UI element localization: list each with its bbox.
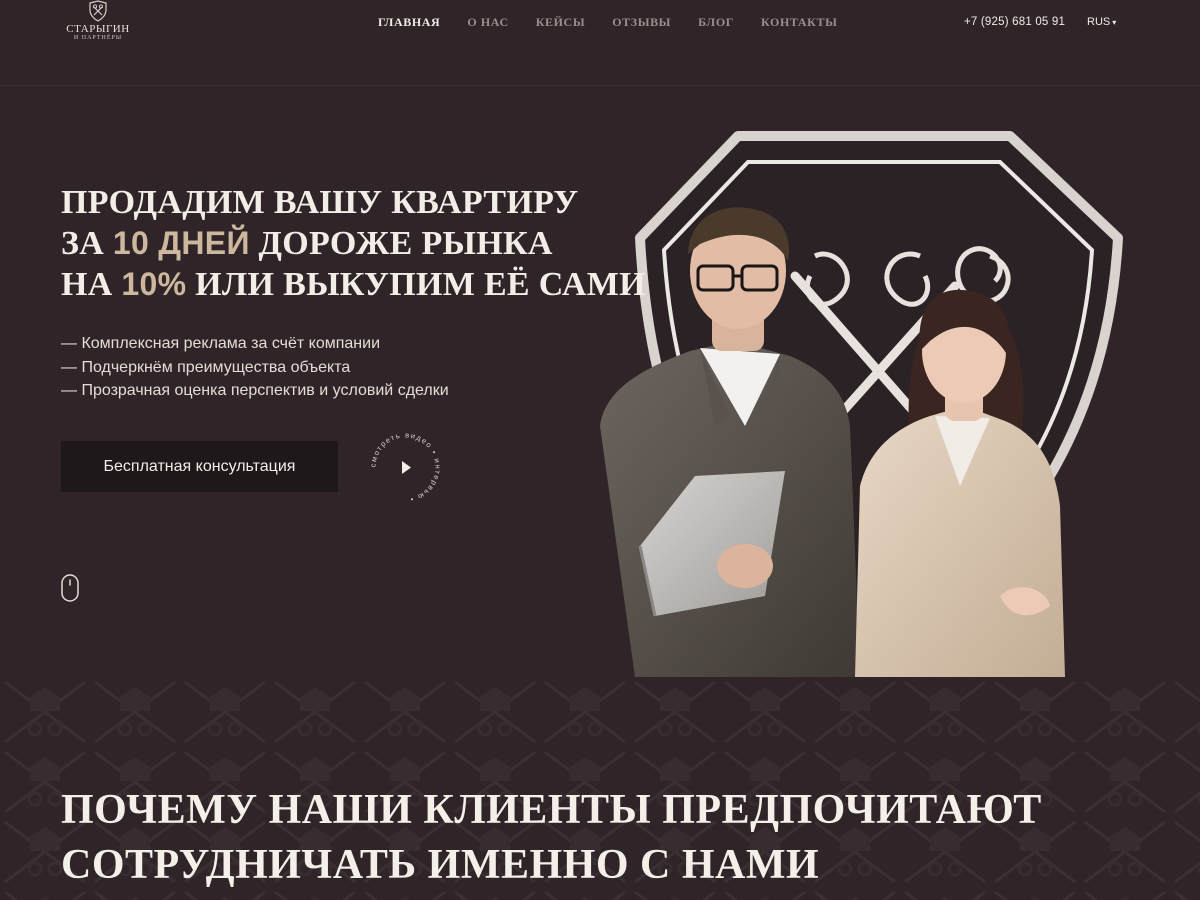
main-nav: ГЛАВНАЯ О НАС КЕЙСЫ ОТЗЫВЫ БЛОГ КОНТАКТЫ [378, 15, 864, 30]
language-label: RUS [1087, 16, 1111, 28]
free-consultation-button[interactable]: Бесплатная консультация [61, 441, 338, 492]
logo-subtitle: И ПАРТНЁРЫ [73, 35, 123, 41]
mouse-scroll-icon [61, 574, 79, 602]
feature-list: — Комплексная реклама за счёт компании —… [61, 332, 449, 403]
feature-item: — Прозрачная оценка перспектив и условий… [61, 382, 449, 399]
logo[interactable]: СТАРЫГИН И ПАРТНЁРЫ [60, 0, 136, 48]
nav-item-contacts[interactable]: КОНТАКТЫ [761, 15, 837, 30]
feature-item: — Комплексная реклама за счёт компании [61, 335, 380, 352]
nav-item-cases[interactable]: КЕЙСЫ [536, 15, 586, 30]
language-selector[interactable]: RUS ▾ [1087, 16, 1116, 28]
feature-item: — Подчеркнём преимущества объекта [61, 358, 351, 376]
hero-headline: ПРОДАДИМ ВАШУ КВАРТИРУ ЗА 10 ДНЕЙ ДОРОЖЕ… [61, 182, 661, 305]
shield-keys-icon [89, 0, 107, 22]
phone-link[interactable]: +7 (925) 681 05 91 [964, 16, 1065, 28]
headline-line-1: ПРОДАДИМ ВАШУ КВАРТИРУ [61, 184, 579, 221]
headline-line-3-suffix: ИЛИ ВЫКУПИМ ЕЁ САМИ [186, 266, 646, 303]
why-us-section: ПОЧЕМУ НАШИ КЛИЕНТЫ ПРЕДПОЧИТАЮТ СОТРУДН… [0, 677, 1200, 900]
nav-item-blog[interactable]: БЛОГ [698, 15, 734, 30]
section-title-line-2: СОТРУДНИЧАТЬ ИМЕННО С НАМИ [61, 842, 820, 888]
headline-line-2-suffix: ДОРОЖЕ РЫНКА [249, 225, 553, 262]
nav-item-reviews[interactable]: ОТЗЫВЫ [612, 15, 671, 30]
play-icon [402, 461, 411, 474]
headline-accent-percent: 10% [121, 266, 187, 302]
headline-line-2-prefix: ЗА [61, 225, 113, 262]
chevron-down-icon: ▾ [1112, 18, 1117, 27]
headline-accent-days: 10 ДНЕЙ [112, 225, 250, 261]
watch-video-button[interactable]: смотреть видео • интервью • [367, 429, 444, 506]
nav-item-about[interactable]: О НАС [467, 15, 508, 30]
nav-item-home[interactable]: ГЛАВНАЯ [378, 15, 440, 30]
section-title: ПОЧЕМУ НАШИ КЛИЕНТЫ ПРЕДПОЧИТАЮТ СОТРУДН… [61, 783, 1141, 893]
site-header: СТАРЫГИН И ПАРТНЁРЫ ГЛАВНАЯ О НАС КЕЙСЫ … [0, 0, 1200, 86]
hero-section: ПРОДАДИМ ВАШУ КВАРТИРУ ЗА 10 ДНЕЙ ДОРОЖЕ… [0, 86, 1200, 677]
headline-line-3-prefix: НА [61, 266, 122, 303]
section-title-line-1: ПОЧЕМУ НАШИ КЛИЕНТЫ ПРЕДПОЧИТАЮТ [61, 787, 1042, 833]
logo-name: СТАРЫГИН [66, 23, 130, 35]
